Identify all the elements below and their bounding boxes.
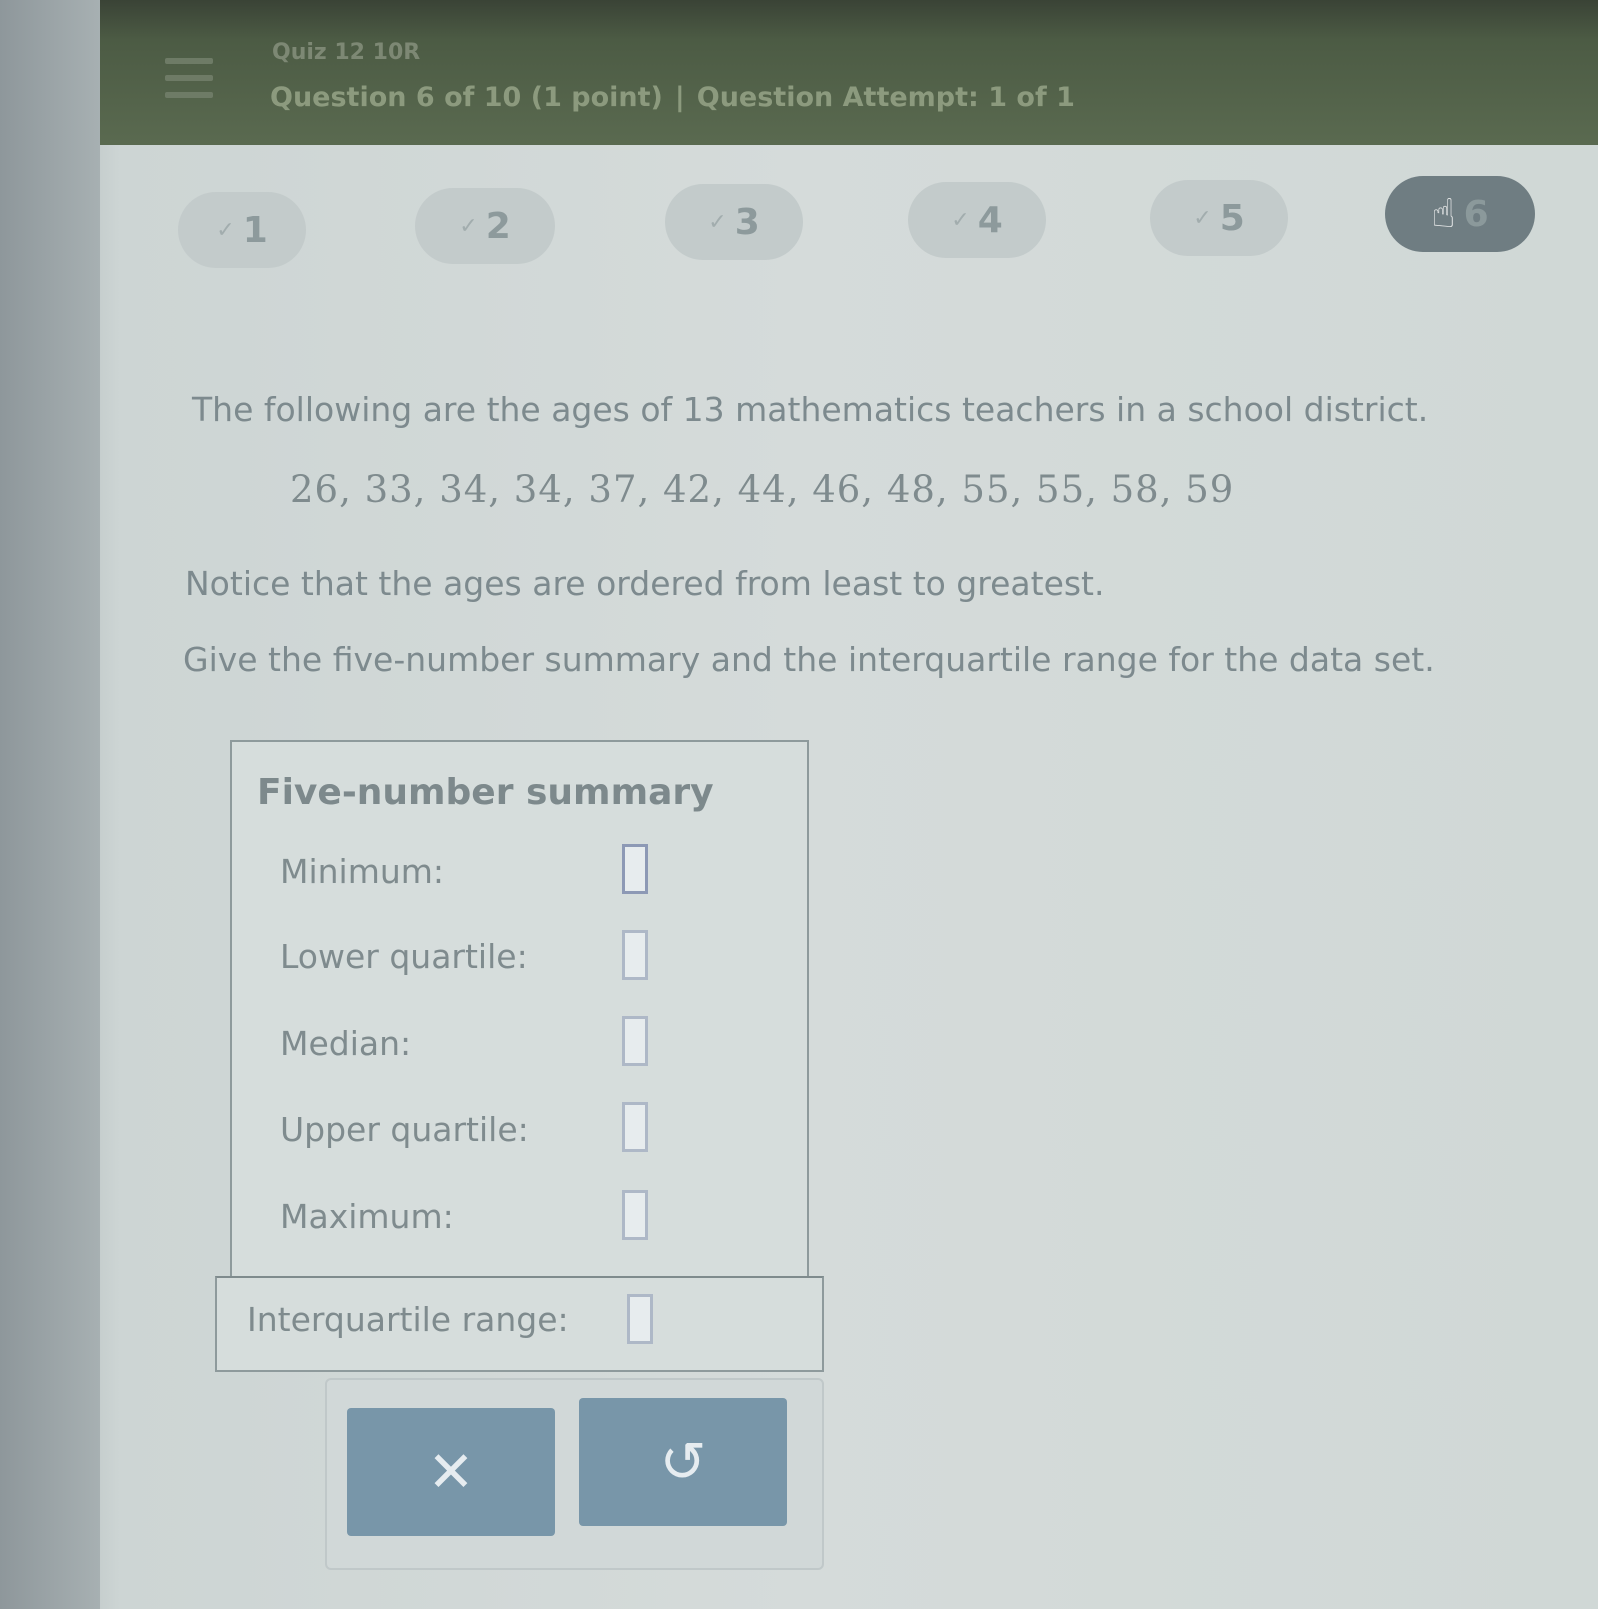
upper-quartile-input[interactable]	[622, 1102, 648, 1152]
screen: Quiz 12 10R Question 6 of 10 (1 point) | Q…	[0, 0, 1598, 1609]
header-separator: |	[674, 82, 685, 113]
problem-intro: The following are the ages of 13 mathema…	[192, 390, 1429, 429]
answered-check-icon: ✓	[1193, 205, 1212, 231]
interquartile-range-input[interactable]	[627, 1294, 653, 1344]
question-nav-1[interactable]: ✓ 1	[178, 192, 306, 268]
question-nav-label: 5	[1219, 197, 1245, 239]
question-info: Question 6 of 10 (1 point) | Question Atte…	[270, 82, 1075, 113]
left-edge	[0, 0, 100, 1609]
hamburger-menu-icon[interactable]	[165, 58, 213, 98]
question-nav-6[interactable]: ☝ 6	[1385, 176, 1535, 252]
question-nav-4[interactable]: ✓ 4	[908, 182, 1046, 258]
question-nav-5[interactable]: ✓ 5	[1150, 180, 1288, 256]
median-input[interactable]	[622, 1016, 648, 1066]
quiz-title: Quiz 12 10R	[272, 40, 421, 65]
question-nav-label: 4	[977, 199, 1003, 241]
answered-check-icon: ✓	[459, 213, 478, 239]
summary-heading: Five-number summary	[257, 772, 714, 813]
maximum-label: Maximum:	[280, 1197, 454, 1236]
interquartile-range-panel: Interquartile range:	[215, 1276, 824, 1372]
median-label: Median:	[280, 1024, 412, 1063]
question-nav-label: 3	[734, 201, 760, 243]
close-icon: ✕	[427, 1439, 475, 1505]
lower-quartile-label: Lower quartile:	[280, 937, 528, 976]
problem-instruction: Give the five-number summary and the int…	[183, 640, 1435, 679]
minimum-label: Minimum:	[280, 852, 445, 891]
action-panel: ✕ ↺	[325, 1378, 824, 1570]
question-nav-label: 2	[485, 205, 511, 247]
interquartile-range-label: Interquartile range:	[247, 1300, 569, 1339]
clear-button[interactable]: ✕	[347, 1408, 555, 1536]
upper-quartile-label: Upper quartile:	[280, 1110, 529, 1149]
question-nav-label: 1	[242, 209, 268, 251]
data-set: 26, 33, 34, 34, 37, 42, 44, 46, 48, 55, …	[290, 468, 1235, 511]
answered-check-icon: ✓	[951, 207, 970, 233]
maximum-input[interactable]	[622, 1190, 648, 1240]
problem-notice: Notice that the ages are ordered from le…	[185, 564, 1105, 603]
answered-check-icon: ✓	[708, 209, 727, 235]
undo-icon: ↺	[659, 1429, 707, 1495]
answered-check-icon: ✓	[216, 217, 235, 243]
lower-quartile-input[interactable]	[622, 930, 648, 980]
question-attempt: Question Attempt: 1 of 1	[696, 82, 1075, 113]
five-number-summary-panel: Five-number summary Minimum: Lower quart…	[230, 740, 809, 1282]
question-position: Question 6 of 10 (1 point)	[270, 82, 663, 113]
question-nav-3[interactable]: ✓ 3	[665, 184, 803, 260]
question-nav-2[interactable]: ✓ 2	[415, 188, 555, 264]
question-nav-label: 6	[1463, 193, 1489, 235]
top-bar	[100, 0, 1598, 145]
undo-button[interactable]: ↺	[579, 1398, 787, 1526]
pointer-hand-icon: ☝	[1431, 191, 1456, 237]
minimum-input[interactable]	[622, 844, 648, 894]
